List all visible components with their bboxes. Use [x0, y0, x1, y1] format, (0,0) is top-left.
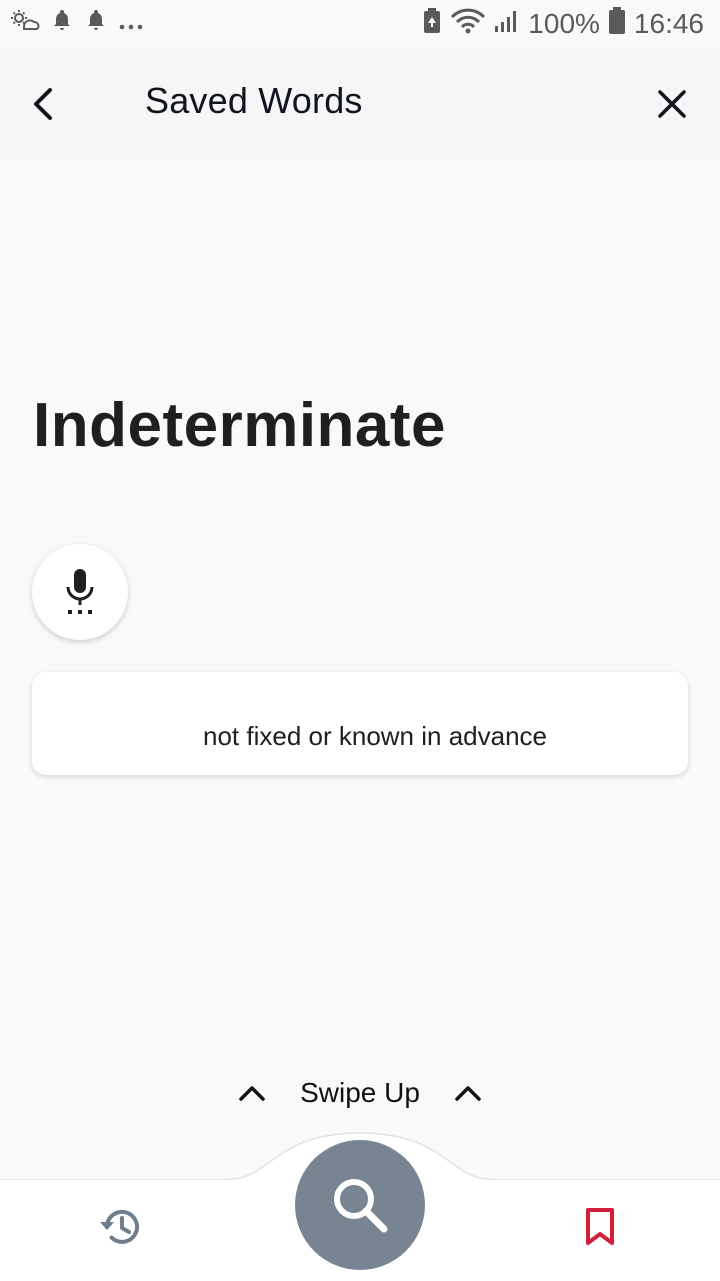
- bookmark-icon: [586, 1208, 614, 1245]
- chevron-up-icon: [239, 1086, 265, 1101]
- clock: 16:46: [633, 7, 704, 39]
- wifi-icon: [450, 7, 486, 40]
- microphone-icon: [66, 569, 94, 614]
- saved-words-tab[interactable]: [572, 1199, 628, 1255]
- history-button[interactable]: [92, 1199, 148, 1255]
- bell-icon: [50, 8, 74, 37]
- app-header: Saved Words: [0, 48, 720, 160]
- close-button[interactable]: [642, 74, 702, 134]
- status-right-icons: 100% 16:46: [422, 6, 704, 41]
- chevron-left-icon: [34, 88, 52, 120]
- definition-card: not fixed or known in advance: [32, 672, 688, 775]
- battery-saver-icon: [422, 7, 442, 40]
- history-icon: [100, 1209, 139, 1244]
- battery-percent: 100%: [528, 7, 600, 39]
- chevron-up-icon: [455, 1086, 481, 1101]
- close-icon: [658, 90, 686, 118]
- bell-icon: [84, 8, 108, 37]
- search-button[interactable]: [295, 1140, 425, 1270]
- saved-word: Indeterminate: [33, 391, 447, 460]
- swipe-up-label: Swipe Up: [300, 1077, 420, 1108]
- swipe-up-hint[interactable]: Swipe Up: [0, 1068, 720, 1118]
- battery-icon: [608, 6, 626, 41]
- back-button[interactable]: [14, 74, 74, 134]
- search-icon: [334, 1179, 388, 1233]
- pronounce-button[interactable]: [32, 544, 128, 640]
- status-bar: 100% 16:46: [0, 0, 720, 48]
- definition-text: not fixed or known in advance: [203, 721, 547, 751]
- signal-icon: [494, 8, 520, 39]
- more-notifications-icon: [118, 8, 144, 37]
- status-left-icons: [10, 8, 144, 37]
- page-title: Saved Words: [145, 80, 363, 121]
- weather-icon: [10, 8, 40, 37]
